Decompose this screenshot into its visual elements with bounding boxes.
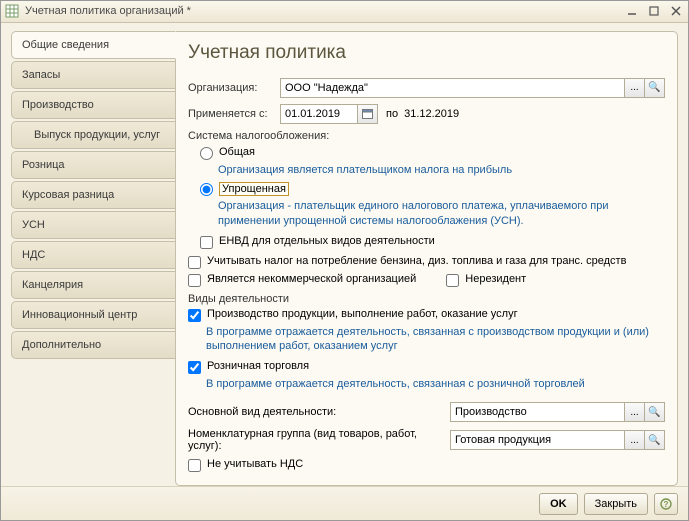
retail-activity-checkbox[interactable] [188,361,201,374]
titlebar: Учетная политика организаций * [1,1,688,23]
tax-simplified-hint: Организация - плательщик единого налогов… [218,199,665,229]
tab-label: НДС [22,249,45,261]
svg-text:?: ? [664,500,669,509]
ok-label: OK [550,498,567,510]
fuel-tax-label: Учитывать налог на потребление бензина, … [207,255,626,267]
page-heading: Учетная политика [188,42,665,64]
to-label: по [386,108,398,120]
fuel-tax-checkbox[interactable] [188,256,201,269]
help-icon: ? [660,498,672,510]
tab-label: Канцелярия [22,279,83,291]
main-activity-input[interactable] [450,402,625,422]
search-icon: 🔍 [648,82,660,93]
tax-simplified-radio[interactable] [200,183,213,196]
date-to-value: 31.12.2019 [404,108,459,120]
sidebar: Общие сведения Запасы Производство Выпус… [11,31,176,486]
main-activity-search-button[interactable]: 🔍 [645,402,665,422]
tax-simplified-label: Упрощенная [219,182,289,196]
tab-label: Розница [22,159,65,171]
prod-activity-checkbox[interactable] [188,309,201,322]
tab-stocks[interactable]: Запасы [11,61,176,89]
tab-production[interactable]: Производство [11,91,176,119]
close-dialog-button[interactable]: Закрыть [584,493,648,515]
noncommercial-label: Является некоммерческой организацией [207,273,416,285]
tab-label: Производство [22,99,94,111]
tab-usn[interactable]: УСН [11,211,176,239]
tab-label: Курсовая разница [22,189,114,201]
tab-label: Запасы [22,69,60,81]
nom-group-label: Номенклатурная группа (вид товаров, рабо… [188,428,450,452]
tax-general-radio[interactable] [200,147,213,160]
main-panel: Учетная политика Организация: ... 🔍 Прим… [175,31,678,486]
footer: OK Закрыть ? [1,486,688,520]
nom-group-ellipsis-button[interactable]: ... [625,430,645,450]
nonresident-label: Нерезидент [465,273,526,285]
tab-label: Дополнительно [22,339,101,351]
tab-additional[interactable]: Дополнительно [11,331,176,359]
noncommercial-checkbox[interactable] [188,274,201,287]
search-icon: 🔍 [648,407,660,418]
tab-innovation[interactable]: Инновационный центр [11,301,176,329]
close-button[interactable] [668,4,684,18]
tab-retail[interactable]: Розница [11,151,176,179]
envd-label: ЕНВД для отдельных видов деятельности [219,235,435,247]
tab-office[interactable]: Канцелярия [11,271,176,299]
org-label: Организация: [188,82,280,94]
search-icon: 🔍 [648,435,660,446]
no-vat-checkbox[interactable] [188,459,201,472]
nom-group-search-button[interactable]: 🔍 [645,430,665,450]
no-vat-label: Не учитывать НДС [207,458,303,470]
calendar-icon [362,108,373,119]
tab-label: Инновационный центр [22,309,137,321]
ok-button[interactable]: OK [539,493,578,515]
retail-activity-hint: В программе отражается деятельность, свя… [206,377,665,392]
applies-from-label: Применяется с: [188,108,280,120]
tax-general-hint: Организация является плательщиком налога… [218,163,665,178]
tab-label: Общие сведения [22,39,109,51]
tab-output[interactable]: Выпуск продукции, услуг [11,121,176,149]
tab-general-info[interactable]: Общие сведения [11,31,176,59]
tab-label: УСН [22,219,45,231]
app-icon [5,4,19,18]
tax-general-label: Общая [219,146,255,158]
activity-types-label: Виды деятельности [188,293,665,305]
tab-exchange-diff[interactable]: Курсовая разница [11,181,176,209]
nonresident-checkbox[interactable] [446,274,459,287]
envd-checkbox[interactable] [200,236,213,249]
prod-activity-hint: В программе отражается деятельность, свя… [206,325,665,355]
prod-activity-label: Производство продукции, выполнение работ… [207,308,518,320]
minimize-button[interactable] [624,4,640,18]
org-search-button[interactable]: 🔍 [645,78,665,98]
tab-label: Выпуск продукции, услуг [34,129,160,141]
tab-nds[interactable]: НДС [11,241,176,269]
main-activity-ellipsis-button[interactable]: ... [625,402,645,422]
tax-system-label: Система налогообложения: [188,130,665,142]
help-button[interactable]: ? [654,493,678,515]
close-label: Закрыть [595,498,637,510]
date-from-input[interactable] [280,104,358,124]
org-input[interactable] [280,78,625,98]
org-ellipsis-button[interactable]: ... [625,78,645,98]
nom-group-input[interactable] [450,430,625,450]
window-title: Учетная политика организаций * [25,5,624,17]
maximize-button[interactable] [646,4,662,18]
retail-activity-label: Розничная торговля [207,360,309,372]
calendar-button[interactable] [358,104,378,124]
main-activity-label: Основной вид деятельности: [188,406,450,418]
